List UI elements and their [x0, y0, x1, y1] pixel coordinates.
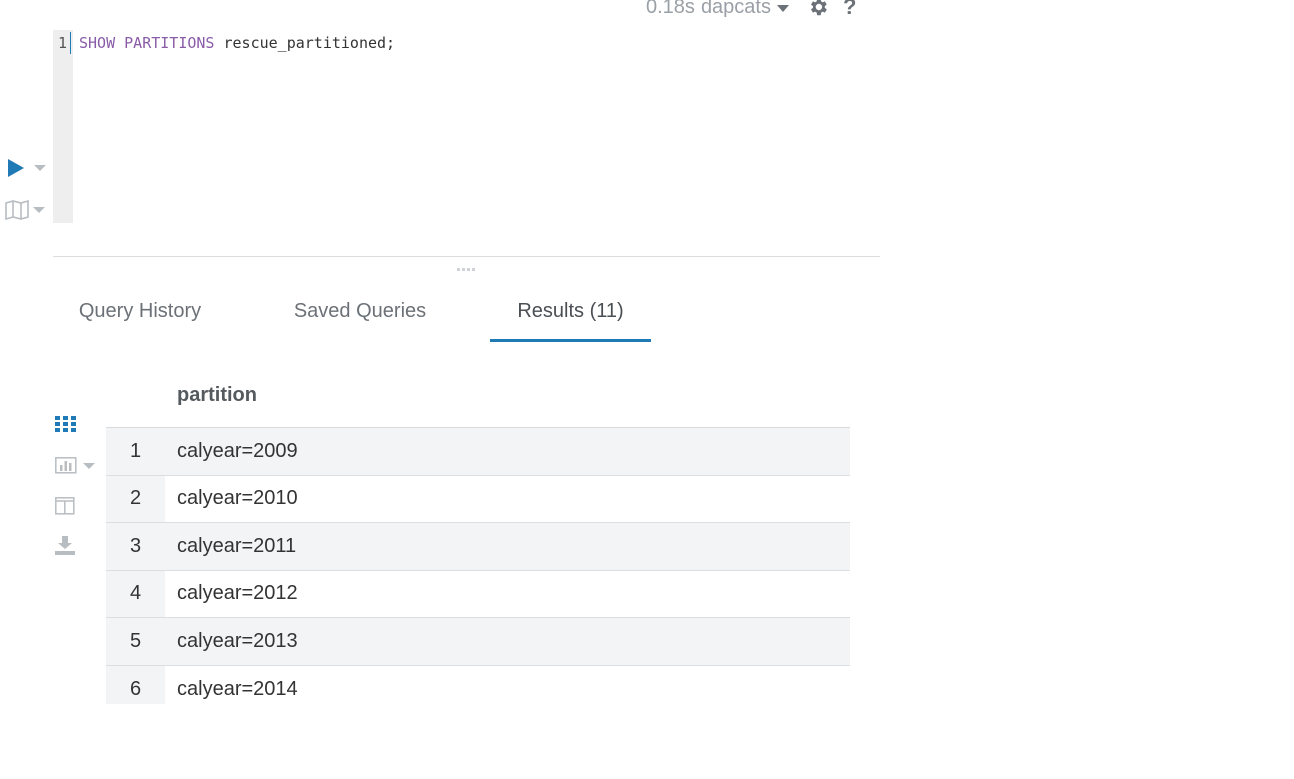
table-row[interactable]: 3 calyear=2011 — [106, 523, 850, 571]
table-row[interactable]: 4 calyear=2012 — [106, 570, 850, 618]
tab-saved-queries[interactable]: Saved Queries — [267, 290, 453, 339]
execute-options-caret-icon[interactable] — [34, 165, 46, 171]
table-row[interactable]: 1 calyear=2009 — [106, 428, 850, 476]
help-icon[interactable]: ? — [843, 0, 856, 20]
execution-time: 0.18s — [646, 0, 695, 18]
editor-divider — [53, 256, 880, 257]
line-number: 1 — [53, 32, 71, 54]
download-button[interactable] — [55, 536, 75, 555]
sql-editor[interactable]: 1 SHOW PARTITIONS rescue_partitioned; — [53, 30, 880, 223]
resize-handle[interactable] — [457, 268, 475, 272]
tab-results[interactable]: Results (11) — [490, 290, 651, 342]
table-row[interactable]: 6 calyear=2014 — [106, 665, 850, 704]
row-number: 2 — [106, 475, 165, 522]
column-panel-icon — [55, 497, 75, 515]
chart-view-icon — [55, 457, 77, 474]
sql-table-name: rescue_partitioned; — [223, 34, 396, 52]
column-header-partition[interactable]: partition — [177, 384, 257, 407]
partition-value[interactable]: calyear=2009 — [165, 440, 298, 463]
execute-play-icon — [8, 159, 24, 177]
top-status-bar: 0.18s dapcats ? — [646, 0, 856, 20]
row-number: 5 — [106, 618, 165, 665]
editor-gutter — [53, 30, 73, 223]
row-number: 3 — [106, 523, 165, 570]
download-icon — [55, 536, 75, 555]
partition-value[interactable]: calyear=2011 — [165, 535, 296, 558]
database-selector[interactable]: dapcats — [701, 0, 789, 19]
table-row[interactable]: 5 calyear=2013 — [106, 618, 850, 666]
row-number: 4 — [106, 570, 165, 617]
results-rows: 1 calyear=2009 2 calyear=2010 3 calyear=… — [106, 428, 850, 704]
database-name: dapcats — [700, 0, 771, 18]
column-panel-button[interactable] — [55, 497, 75, 515]
partition-value[interactable]: calyear=2012 — [165, 582, 298, 605]
row-number: 6 — [106, 665, 165, 704]
results-table: partition 1 calyear=2009 2 calyear=2010 … — [106, 380, 850, 704]
chart-options-caret-icon[interactable] — [83, 462, 95, 469]
tab-query-history[interactable]: Query History — [53, 290, 227, 339]
chart-view-button[interactable] — [55, 457, 95, 474]
partition-value[interactable]: calyear=2014 — [165, 678, 298, 701]
caret-down-icon — [777, 4, 789, 12]
code-line[interactable]: SHOW PARTITIONS rescue_partitioned; — [79, 32, 395, 54]
grid-view-icon — [55, 416, 76, 432]
query-editor-page: 0.18s dapcats ? 1 SHOW PARTITIONS rescue… — [0, 0, 1294, 779]
explain-button[interactable] — [5, 200, 45, 220]
map-icon — [5, 200, 29, 220]
settings-gear-icon[interactable] — [807, 0, 829, 18]
row-number: 1 — [106, 428, 165, 475]
partition-value[interactable]: calyear=2013 — [165, 630, 298, 653]
table-row[interactable]: 2 calyear=2010 — [106, 475, 850, 523]
explain-options-caret-icon[interactable] — [33, 207, 45, 213]
partition-value[interactable]: calyear=2010 — [165, 487, 298, 510]
execute-button[interactable] — [8, 159, 46, 177]
sql-keyword: SHOW PARTITIONS — [79, 34, 215, 52]
grid-view-button[interactable] — [55, 416, 77, 433]
